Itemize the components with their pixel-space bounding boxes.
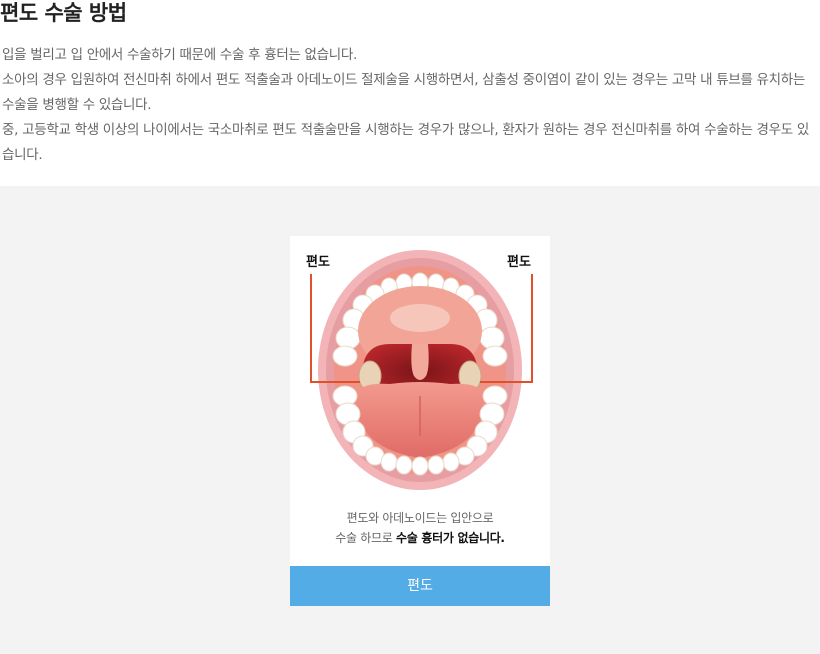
description-paragraph: 중, 고등학교 학생 이상의 나이에서는 국소마취로 편도 적출술만을 시행하는… <box>2 122 810 163</box>
caption-line-2: 수술 하므로 수술 흉터가 없습니다. <box>290 528 550 548</box>
figure-caption: 편도와 아데노이드는 입안으로 수술 하므로 수술 흉터가 없습니다. <box>290 508 550 548</box>
caption-line-2-emphasis: 수술 흉터가 없습니다. <box>396 531 505 545</box>
tonsil-label-left: 편도 <box>306 255 330 270</box>
caption-line-2-prefix: 수술 하므로 <box>335 531 397 545</box>
intro-section: 편도 수술 방법 입을 벌리고 입 안에서 수술하기 때문에 수술 후 흉터는 … <box>0 0 820 186</box>
page-title: 편도 수술 방법 <box>0 1 127 25</box>
tonsil-figure-card: 편도 편도 편도와 아데노이드는 입안으로 수술 하므로 수술 흉터가 없습니다… <box>290 236 550 606</box>
open-mouth-illustration <box>310 250 533 490</box>
hard-palate-highlight <box>390 304 450 332</box>
tonsil-label-right: 편도 <box>507 255 531 270</box>
uvula <box>411 344 429 380</box>
description-paragraph: 소아의 경우 입원하여 전신마취 하에서 편도 적출술과 아데노이드 절제술을 … <box>2 72 806 113</box>
description: 입을 벌리고 입 안에서 수술하기 때문에 수술 후 흉터는 없습니다. 소아의… <box>2 43 812 168</box>
tonsil-tab-button[interactable]: 편도 <box>290 566 550 606</box>
caption-line-1: 편도와 아데노이드는 입안으로 <box>346 511 494 525</box>
description-paragraph: 입을 벌리고 입 안에서 수술하기 때문에 수술 후 흉터는 없습니다. <box>2 47 358 63</box>
